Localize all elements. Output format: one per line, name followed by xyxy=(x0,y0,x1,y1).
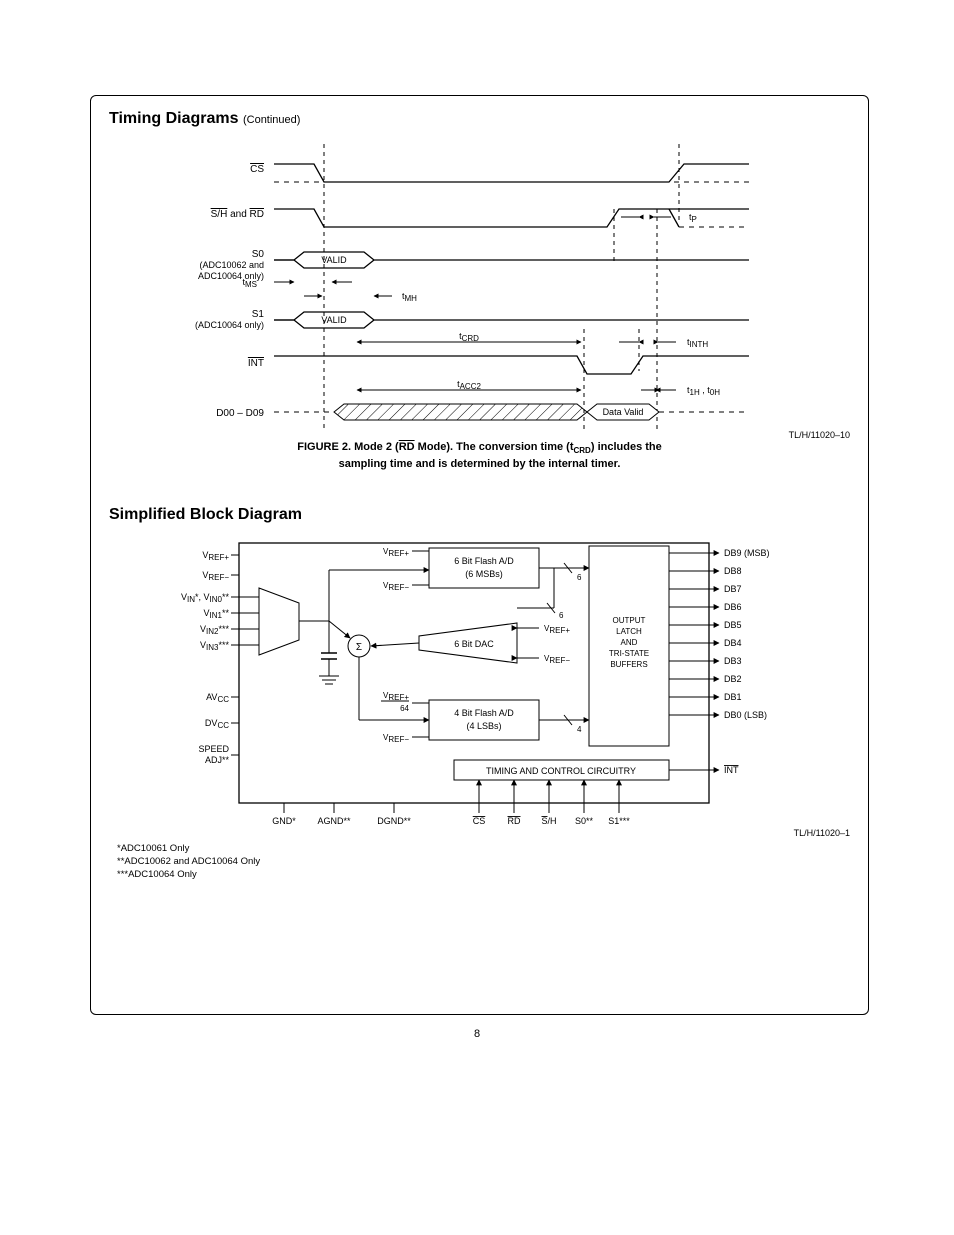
svg-text:DB2: DB2 xyxy=(724,674,742,684)
svg-text:Σ: Σ xyxy=(356,642,362,653)
svg-text:DB1: DB1 xyxy=(724,692,742,702)
svg-text:tMH: tMH xyxy=(402,291,417,303)
timing-header-continued: (Continued) xyxy=(243,114,300,126)
svg-text:6: 6 xyxy=(559,611,564,620)
svg-text:VIN2***: VIN2*** xyxy=(200,624,229,636)
svg-text:tCRD: tCRD xyxy=(459,331,479,343)
svg-text:VIN3***: VIN3*** xyxy=(200,640,229,652)
footnote-3: ***ADC10064 Only xyxy=(117,868,850,881)
svg-text:CS: CS xyxy=(250,164,264,175)
svg-text:D00 – D09: D00 – D09 xyxy=(216,408,264,419)
svg-text:tINTH: tINTH xyxy=(687,337,708,349)
svg-text:BUFFERS: BUFFERS xyxy=(610,660,647,669)
block-diagram: VREF+ VREF− VIN*, VIN0** VIN1** VIN2*** … xyxy=(109,528,850,838)
svg-text:CS: CS xyxy=(473,816,486,826)
svg-text:DB4: DB4 xyxy=(724,638,742,648)
svg-text:INT: INT xyxy=(724,765,739,775)
svg-text:DB9 (MSB): DB9 (MSB) xyxy=(724,548,770,558)
svg-text:AND: AND xyxy=(621,638,638,647)
svg-text:ADJ**: ADJ** xyxy=(205,755,230,765)
svg-text:tP: tP xyxy=(689,212,697,224)
svg-text:DB0 (LSB): DB0 (LSB) xyxy=(724,710,767,720)
svg-text:(6 MSBs): (6 MSBs) xyxy=(465,569,503,579)
svg-text:tACC2: tACC2 xyxy=(457,379,481,391)
svg-text:S1***: S1*** xyxy=(608,816,630,826)
svg-text:S0**: S0** xyxy=(575,816,594,826)
svg-text:S1: S1 xyxy=(252,309,265,320)
svg-text:DB5: DB5 xyxy=(724,620,742,630)
svg-text:(4 LSBs): (4 LSBs) xyxy=(466,721,501,731)
svg-text:VIN1**: VIN1** xyxy=(204,608,230,620)
svg-text:Data Valid: Data Valid xyxy=(603,407,644,417)
svg-text:VREF+: VREF+ xyxy=(202,550,229,562)
svg-text:DB3: DB3 xyxy=(724,656,742,666)
svg-text:VREF+: VREF+ xyxy=(383,547,409,558)
block-diagram-header: Simplified Block Diagram xyxy=(109,506,850,524)
timing-diagram: CS S/H and RD tP S0 (ADC10062 and ADC100… xyxy=(109,134,850,434)
svg-text:VREF−: VREF− xyxy=(383,581,409,592)
svg-text:VREF+: VREF+ xyxy=(544,624,570,635)
svg-text:INT: INT xyxy=(248,358,264,369)
svg-text:t1H , t0H: t1H , t0H xyxy=(687,385,720,397)
svg-text:VIN*, VIN0**: VIN*, VIN0** xyxy=(181,592,229,604)
timing-header-main: Timing Diagrams xyxy=(109,110,239,127)
svg-text:4: 4 xyxy=(577,725,582,734)
footnote-1: *ADC10061 Only xyxy=(117,842,850,855)
svg-text:GND*: GND* xyxy=(272,816,296,826)
svg-text:TRI-STATE: TRI-STATE xyxy=(609,649,649,658)
svg-text:6 Bit DAC: 6 Bit DAC xyxy=(454,639,494,649)
figure-2-caption: FIGURE 2. Mode 2 (RD Mode). The conversi… xyxy=(109,440,850,472)
svg-text:VREF−: VREF− xyxy=(544,654,570,665)
svg-text:VALID: VALID xyxy=(321,255,347,265)
timing-diagrams-header: Timing Diagrams (Continued) xyxy=(109,110,850,128)
svg-text:64: 64 xyxy=(400,704,409,713)
svg-text:TIMING AND CONTROL CIRCUITRY: TIMING AND CONTROL CIRCUITRY xyxy=(486,766,636,776)
svg-text:SPEED: SPEED xyxy=(198,744,229,754)
footnote-2: **ADC10062 and ADC10064 Only xyxy=(117,855,850,868)
svg-text:6 Bit Flash A/D: 6 Bit Flash A/D xyxy=(454,556,514,566)
svg-text:RD: RD xyxy=(508,816,521,826)
svg-text:(ADC10064 only): (ADC10064 only) xyxy=(195,320,264,330)
svg-text:VALID: VALID xyxy=(321,315,347,325)
block-tl-id: TL/H/11020–1 xyxy=(794,828,850,838)
timing-tl-id: TL/H/11020–10 xyxy=(789,430,850,440)
svg-text:DB8: DB8 xyxy=(724,566,742,576)
svg-text:LATCH: LATCH xyxy=(616,627,642,636)
svg-text:VREF−: VREF− xyxy=(202,570,229,582)
svg-text:6: 6 xyxy=(577,573,582,582)
svg-text:S0: S0 xyxy=(252,249,265,260)
svg-text:AGND**: AGND** xyxy=(317,816,351,826)
svg-text:S/H: S/H xyxy=(541,816,556,826)
svg-text:VREF−: VREF− xyxy=(383,733,409,744)
svg-text:(ADC10062 and: (ADC10062 and xyxy=(199,260,264,270)
svg-text:4 Bit Flash A/D: 4 Bit Flash A/D xyxy=(454,708,514,718)
svg-text:VREF+: VREF+ xyxy=(383,691,409,702)
svg-text:DB6: DB6 xyxy=(724,602,742,612)
svg-text:DVCC: DVCC xyxy=(205,718,229,730)
content-frame: Timing Diagrams (Continued) xyxy=(90,95,869,1015)
svg-text:AVCC: AVCC xyxy=(206,692,229,704)
svg-text:OUTPUT: OUTPUT xyxy=(613,616,646,625)
svg-text:S/H and RD: S/H and RD xyxy=(211,209,264,220)
svg-text:DB7: DB7 xyxy=(724,584,742,594)
page: Timing Diagrams (Continued) xyxy=(0,0,954,1235)
footnotes: *ADC10061 Only **ADC10062 and ADC10064 O… xyxy=(117,842,850,882)
page-number: 8 xyxy=(0,1028,954,1040)
svg-text:DGND**: DGND** xyxy=(377,816,411,826)
